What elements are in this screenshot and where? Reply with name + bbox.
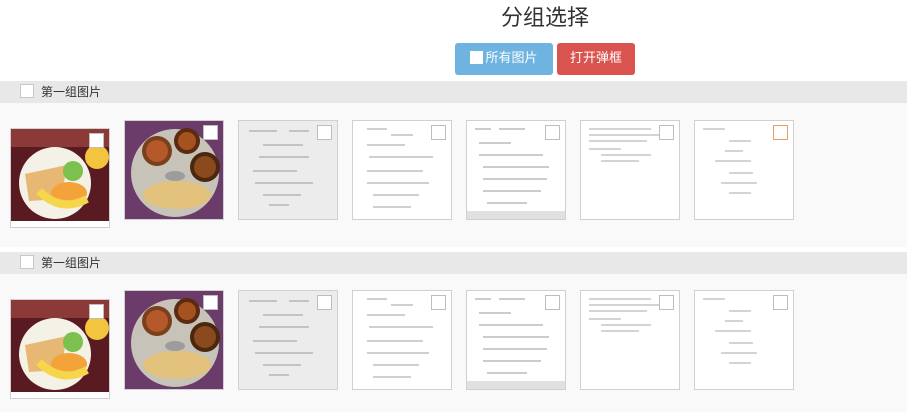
thumbnail-checkbox[interactable] bbox=[545, 295, 560, 310]
group-label: 第一组图片 bbox=[41, 256, 102, 270]
thumbnail-food-breakfast[interactable] bbox=[10, 299, 110, 399]
all-images-label: 所有图片 bbox=[485, 51, 538, 66]
thumbnail-notes[interactable] bbox=[238, 290, 338, 390]
thumbnail-notes[interactable] bbox=[694, 120, 794, 220]
image-group: 第一组图片 bbox=[0, 81, 907, 247]
thumbnail-checkbox[interactable] bbox=[89, 133, 104, 148]
group-select-checkbox[interactable] bbox=[20, 255, 34, 269]
thumbnail-food-curry[interactable] bbox=[124, 290, 224, 390]
thumbnail-food-breakfast[interactable] bbox=[10, 128, 110, 228]
group-header: 第一组图片 bbox=[0, 81, 907, 103]
thumbnail-checkbox[interactable] bbox=[545, 125, 560, 140]
thumbnail-checkbox[interactable] bbox=[659, 125, 674, 140]
thumbnail-notes[interactable] bbox=[694, 290, 794, 390]
open-dialog-button[interactable]: 打开弹框 bbox=[557, 43, 635, 75]
group-header: 第一组图片 bbox=[0, 252, 907, 274]
all-images-button[interactable]: 所有图片 bbox=[455, 43, 553, 75]
thumbnail-checkbox[interactable] bbox=[203, 295, 218, 310]
group-select-checkbox[interactable] bbox=[20, 84, 34, 98]
thumbnail-notes[interactable] bbox=[352, 120, 452, 220]
thumbnail-food-curry[interactable] bbox=[124, 120, 224, 220]
checkbox-icon[interactable] bbox=[470, 51, 484, 64]
thumbnail-checkbox[interactable] bbox=[431, 295, 446, 310]
thumbnail-checkbox[interactable] bbox=[89, 304, 104, 319]
thumbnail-checkbox[interactable] bbox=[431, 125, 446, 140]
thumbnail-notes[interactable] bbox=[352, 290, 452, 390]
thumbnail-checkbox[interactable] bbox=[773, 125, 788, 140]
thumbnail-checkbox[interactable] bbox=[773, 295, 788, 310]
image-group: 第一组图片 bbox=[0, 252, 907, 412]
group-label: 第一组图片 bbox=[41, 85, 102, 99]
thumbnail-checkbox[interactable] bbox=[659, 295, 674, 310]
thumbnail-checkbox[interactable] bbox=[203, 125, 218, 140]
thumbnail-checkbox[interactable] bbox=[317, 125, 332, 140]
thumbnail-checkbox[interactable] bbox=[317, 295, 332, 310]
thumbnail-notes[interactable] bbox=[238, 120, 338, 220]
thumbnail-notes[interactable] bbox=[466, 120, 566, 220]
thumbnail-notes[interactable] bbox=[580, 290, 680, 390]
page-title: 分组选择 bbox=[500, 6, 589, 31]
thumbnail-notes[interactable] bbox=[580, 120, 680, 220]
thumbnail-notes[interactable] bbox=[466, 290, 566, 390]
